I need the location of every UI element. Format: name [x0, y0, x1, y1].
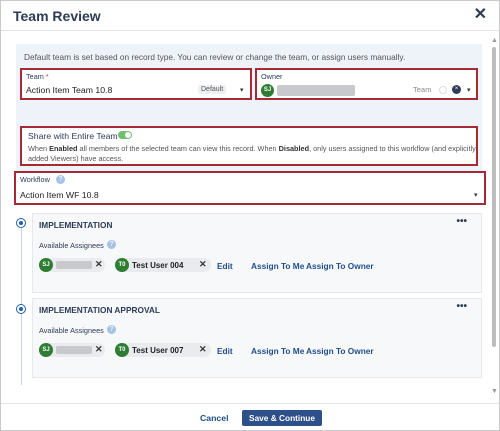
team-settings-panel: Default team is set based on record type…	[16, 44, 482, 189]
assign-to-me-link[interactable]: Assign To Me	[251, 261, 304, 271]
dialog-title: Team Review	[13, 8, 101, 24]
remove-icon[interactable]: ✕	[199, 259, 207, 270]
available-assignees-label: Available Assignees	[39, 326, 104, 335]
avatar: T0	[115, 343, 129, 357]
info-text: Default team is set based on record type…	[24, 52, 406, 62]
info-icon[interactable]: ?	[107, 325, 116, 334]
edit-link[interactable]: Edit	[217, 261, 233, 271]
dialog-header: Team Review ✕	[1, 1, 499, 31]
radio-dot	[18, 220, 23, 225]
step-card-implementation-approval: IMPLEMENTATION APPROVAL ••• Available As…	[32, 298, 482, 378]
chevron-down-icon[interactable]: ▾	[240, 86, 244, 94]
team-field[interactable]: Team * Action Item Team 10.8 Default ▾	[20, 68, 252, 100]
close-icon[interactable]: ✕	[474, 7, 487, 23]
info-icon[interactable]: ?	[56, 175, 65, 184]
share-toggle[interactable]	[118, 131, 132, 139]
workflow-label: Workflow	[20, 175, 50, 184]
owner-team-label: Team	[413, 85, 432, 94]
chevron-down-icon[interactable]: ▾	[467, 86, 471, 94]
redacted-owner-name	[277, 85, 355, 96]
avatar: SJ	[261, 84, 274, 97]
workflow-field[interactable]: Workflow ? Action Item WF 10.8 ▾	[14, 171, 486, 205]
assignee-chip[interactable]: T0 Test User 007 ✕	[115, 343, 211, 357]
share-section: Share with Entire Team When Enabled all …	[20, 126, 478, 166]
assign-to-owner-link[interactable]: Assign To Owner	[306, 346, 374, 356]
workflow-value: Action Item WF 10.8	[20, 190, 99, 200]
assignee-name: Test User 007	[132, 346, 184, 355]
chevron-down-icon[interactable]: ▾	[474, 191, 478, 199]
clear-icon[interactable]: ×	[452, 85, 461, 94]
info-icon[interactable]: ?	[107, 240, 116, 249]
remove-icon[interactable]: ✕	[199, 344, 207, 355]
dialog-footer: Cancel Save & Continue	[1, 403, 499, 431]
step-title: IMPLEMENTATION	[39, 220, 113, 230]
redacted-assignee-name	[56, 261, 92, 269]
remove-icon[interactable]: ✕	[95, 344, 103, 355]
available-assignees-label: Available Assignees	[39, 241, 104, 250]
step-radio-implementation[interactable]	[16, 218, 26, 228]
loading-icon	[439, 86, 447, 94]
edit-link[interactable]: Edit	[217, 346, 233, 356]
toggle-knob	[125, 132, 131, 138]
assignee-chip[interactable]: T0 Test User 004 ✕	[115, 258, 211, 272]
redacted-assignee-name	[56, 346, 92, 354]
required-mark: *	[45, 72, 49, 81]
share-description: When Enabled all members of the selected…	[28, 144, 476, 163]
team-value: Action Item Team 10.8	[26, 85, 113, 95]
assign-to-owner-link[interactable]: Assign To Owner	[306, 261, 374, 271]
save-continue-button[interactable]: Save & Continue	[242, 410, 322, 426]
share-label: Share with Entire Team	[28, 131, 118, 141]
more-options-icon[interactable]: •••	[456, 301, 467, 312]
cancel-button[interactable]: Cancel	[200, 413, 229, 423]
assign-to-me-link[interactable]: Assign To Me	[251, 346, 304, 356]
step-card-implementation: IMPLEMENTATION ••• Available Assignees ?…	[32, 213, 482, 293]
default-badge: Default	[198, 85, 227, 94]
step-radio-implementation-approval[interactable]	[16, 304, 26, 314]
radio-dot	[18, 306, 23, 311]
assignee-chip[interactable]: SJ ✕	[39, 343, 105, 357]
assignee-name: Test User 004	[132, 261, 184, 270]
remove-icon[interactable]: ✕	[95, 259, 103, 270]
owner-field[interactable]: Owner SJ Team × ▾	[255, 68, 478, 100]
avatar: SJ	[39, 343, 53, 357]
dialog-body: Default team is set based on record type…	[1, 32, 493, 402]
team-label: Team *	[26, 72, 49, 81]
assignee-chip[interactable]: SJ ✕	[39, 258, 105, 272]
step-title: IMPLEMENTATION APPROVAL	[39, 305, 160, 315]
avatar: SJ	[39, 258, 53, 272]
team-review-dialog: Team Review ✕ ▲ ▼ Default team is set ba…	[0, 0, 500, 431]
owner-label: Owner	[261, 72, 283, 81]
more-options-icon[interactable]: •••	[456, 216, 467, 227]
avatar: T0	[115, 258, 129, 272]
